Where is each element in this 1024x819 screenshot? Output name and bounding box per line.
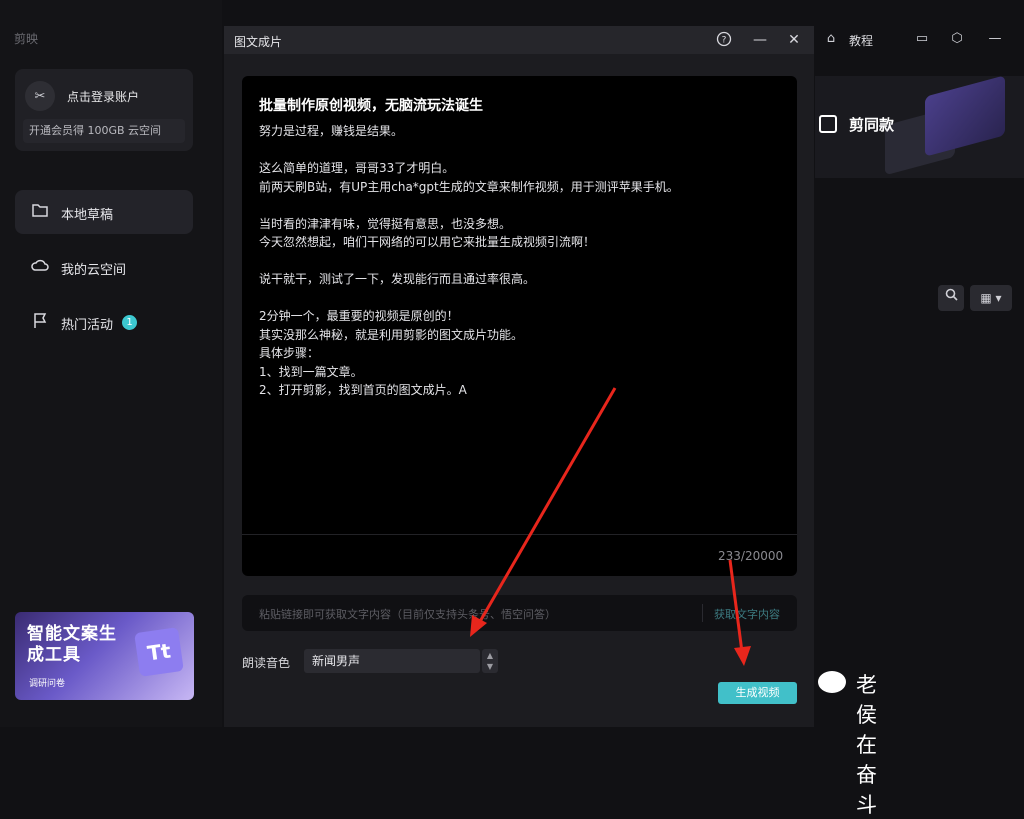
folder-icon [31,203,49,221]
flag-icon [31,313,49,331]
svg-text:?: ? [722,36,727,46]
login-card[interactable]: ✂ 点击登录账户 开通会员得 100GB 云空间 [15,69,193,151]
search-button[interactable] [938,285,964,311]
minimize-icon[interactable]: — [751,31,769,49]
sidebar: 剪映 ✂ 点击登录账户 开通会员得 100GB 云空间 本地草稿 我的云空间 热… [0,0,222,727]
graduation-cap-icon: ⌂ [826,31,836,46]
template-icon [819,115,837,133]
character-counter: 233/20000 [718,549,784,563]
voice-select[interactable]: 新闻男声 [304,649,480,673]
banner-label: 剪同款 [849,116,895,134]
settings-icon[interactable]: ⬡ [949,31,965,47]
sidebar-item-label: 热门活动 [61,318,114,333]
watermark-text: 老侯在奋斗 [856,673,877,817]
url-input[interactable]: 粘贴链接即可获取文字内容（目前仅支持头条号、悟空问答） 获取文字内容 [242,595,797,631]
sidebar-item-local-drafts[interactable]: 本地草稿 [15,190,193,234]
tutorial-link[interactable]: 教程 [849,32,873,49]
wechat-icon [818,671,846,693]
sidebar-item-cloud-space[interactable]: 我的云空间 [15,245,193,289]
voice-label: 朗读音色 [242,656,291,670]
minimize-icon[interactable]: — [987,31,1003,47]
app-logo: 剪映 [14,32,39,46]
generate-video-button[interactable]: 生成视频 [718,682,797,704]
text-to-video-dialog: 图文成片 ? — ✕ 批量制作原创视频，无脑流玩法诞生 努力是过程，赚钱是结果。… [224,26,814,727]
cloud-icon [31,258,49,276]
dialog-header: 图文成片 ? — ✕ [224,26,814,54]
top-right-toolbar: ⌂ 教程 ▭ ⬡ — [815,24,1024,56]
view-toggle-button[interactable]: ▦ ▾ [970,285,1012,311]
promo-subtitle: 调研问卷 [29,679,66,689]
text-editor[interactable]: 批量制作原创视频，无脑流玩法诞生 努力是过程，赚钱是结果。 这么简单的道理，哥哥… [242,76,797,576]
fetch-text-button[interactable]: 获取文字内容 [714,606,780,622]
sidebar-item-label: 本地草稿 [61,208,114,223]
promo-banner[interactable]: 智能文案生成工具 调研问卷 Tt [15,612,194,700]
article-body[interactable]: 努力是过程，赚钱是结果。 这么简单的道理，哥哥33了才明白。 前两天刷B站，有U… [259,122,779,400]
avatar[interactable]: ✂ [25,81,55,111]
article-title[interactable]: 批量制作原创视频，无脑流玩法诞生 [259,95,483,115]
divider [242,534,797,535]
feedback-icon[interactable]: ▭ [914,31,930,47]
sidebar-item-hot-events[interactable]: 热门活动 1 [15,300,193,344]
promo-title: 智能文案生成工具 [27,624,117,665]
voice-stepper[interactable]: ▲ ▼ [482,649,498,673]
dialog-title: 图文成片 [234,35,283,49]
sidebar-item-label: 我的云空间 [61,263,127,278]
notification-badge: 1 [122,315,137,330]
banner-decoration [925,76,1005,157]
text-tool-icon: Tt [134,627,184,677]
close-icon[interactable]: ✕ [785,31,803,49]
vip-offer[interactable]: 开通会员得 100GB 云空间 [23,119,185,143]
template-banner[interactable]: 剪同款 [815,76,1024,178]
login-link[interactable]: 点击登录账户 [67,88,139,105]
divider [702,604,703,622]
url-placeholder: 粘贴链接即可获取文字内容（目前仅支持头条号、悟空问答） [259,608,556,621]
help-icon[interactable]: ? [715,31,733,49]
